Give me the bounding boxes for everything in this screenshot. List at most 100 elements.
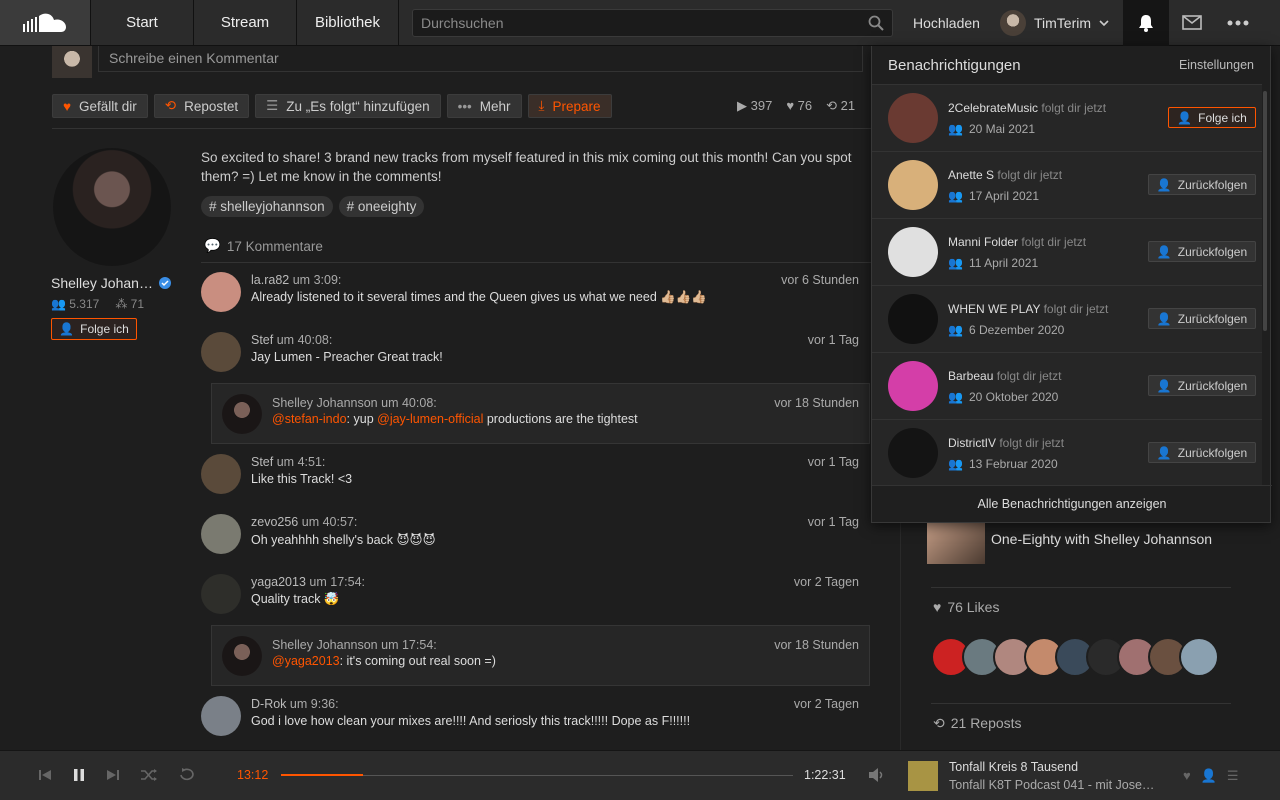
nav-library[interactable]: Bibliothek: [296, 0, 399, 45]
next-icon[interactable]: [106, 768, 120, 782]
reply-text-part: productions are the tightest: [483, 412, 638, 426]
commenter-name[interactable]: la.ra82: [251, 273, 289, 287]
commenter-name[interactable]: Stef: [251, 333, 273, 347]
comment-timestamp[interactable]: 9:36:: [311, 697, 339, 711]
commenter-name[interactable]: Stef: [251, 455, 273, 469]
notification-user[interactable]: WHEN WE PLAY: [948, 302, 1040, 316]
repeat-icon[interactable]: [178, 768, 196, 782]
commenter-avatar[interactable]: [201, 454, 241, 494]
repost-button[interactable]: ⟲ Repostet: [153, 94, 250, 118]
pause-icon[interactable]: [72, 768, 86, 782]
show-all-notifications-link[interactable]: Alle Benachrichtigungen anzeigen: [872, 485, 1272, 522]
tracks-stat[interactable]: ⁂ 71: [115, 297, 144, 311]
notification-avatar[interactable]: [888, 294, 938, 344]
notification-user[interactable]: Anette S: [948, 168, 994, 182]
reply-author[interactable]: Shelley Johannson: [272, 396, 378, 410]
reply-avatar[interactable]: [222, 636, 262, 676]
notification-avatar[interactable]: [888, 160, 938, 210]
liker-avatar[interactable]: [1179, 637, 1219, 677]
now-playing-cover[interactable]: [908, 761, 938, 791]
playlist-cover[interactable]: [927, 520, 985, 564]
commenter-name[interactable]: D-Rok: [251, 697, 286, 711]
comment-timestamp[interactable]: 17:54:: [330, 575, 365, 589]
notification-avatar[interactable]: [888, 361, 938, 411]
previous-icon[interactable]: [38, 768, 52, 782]
commenter-avatar[interactable]: [201, 514, 241, 554]
reply-timestamp[interactable]: 40:08:: [402, 396, 437, 410]
follow-button[interactable]: 👤 Folge ich: [51, 318, 137, 340]
notifications-settings-link[interactable]: Einstellungen: [1179, 58, 1254, 72]
now-playing-artist[interactable]: Tonfall Kreis 8 Tausend: [949, 760, 1078, 774]
search-input[interactable]: [413, 10, 843, 36]
reposts-stat[interactable]: ⟲ 21: [826, 98, 855, 114]
tag-oneeighty[interactable]: # oneeighty: [338, 196, 425, 217]
add-to-next-up-button[interactable]: ☰ Zu „Es folgt“ hinzufügen: [255, 94, 441, 118]
follow-back-button[interactable]: 👤 Zurückfolgen: [1148, 442, 1256, 463]
notification-user[interactable]: Manni Folder: [948, 235, 1018, 249]
artist-name-row[interactable]: Shelley Johan…: [51, 275, 176, 291]
nav-start[interactable]: Start: [90, 0, 193, 45]
comment-timestamp[interactable]: 4:51:: [298, 455, 326, 469]
notifications-scrollbar[interactable]: [1263, 91, 1267, 331]
following-button[interactable]: 👤 Folge ich: [1168, 107, 1256, 128]
playlist-title[interactable]: One-Eighty with Shelley Johannson: [991, 531, 1212, 547]
notification-user[interactable]: Barbeau: [948, 369, 993, 383]
shuffle-icon[interactable]: [140, 768, 158, 782]
comment-timestamp[interactable]: 40:08:: [298, 333, 333, 347]
user-menu[interactable]: TimTerim: [1000, 10, 1109, 36]
tag-shelleyjohannson[interactable]: # shelleyjohannson: [201, 196, 333, 217]
notification-user[interactable]: DistrictIV: [948, 436, 996, 450]
like-button[interactable]: ♥ Gefällt dir: [52, 94, 148, 118]
comment-timestamp[interactable]: 40:57:: [323, 515, 358, 529]
more-options-icon[interactable]: [1227, 15, 1249, 31]
tag-list: # shelleyjohannson # oneeighty: [201, 196, 425, 217]
more-button[interactable]: ••• Mehr: [446, 94, 522, 118]
follow-back-button[interactable]: 👤 Zurückfolgen: [1148, 375, 1256, 396]
now-playing-title[interactable]: Tonfall K8T Podcast 041 - mit Jose…: [949, 778, 1174, 792]
comment-timestamp[interactable]: 3:09:: [314, 273, 342, 287]
follow-back-button[interactable]: 👤 Zurückfolgen: [1148, 241, 1256, 262]
likes-stat[interactable]: ♥ 76: [786, 98, 812, 114]
reply-author[interactable]: Shelley Johannson: [272, 638, 378, 652]
volume-icon[interactable]: [868, 767, 886, 783]
notification-user[interactable]: 2CelebrateMusic: [948, 101, 1038, 115]
artist-name[interactable]: Shelley Johan…: [51, 275, 153, 291]
soundcloud-logo[interactable]: [0, 0, 90, 45]
comment-user-avatar: [52, 46, 92, 78]
notification-avatar[interactable]: [888, 428, 938, 478]
follow-icon[interactable]: 👤: [1201, 768, 1217, 784]
users-icon: 👥: [948, 390, 963, 404]
reposts-header[interactable]: ⟲ 21 Reposts: [933, 715, 1022, 732]
reply-avatar[interactable]: [222, 394, 262, 434]
mention-link[interactable]: @yaga2013: [272, 654, 340, 668]
commenter-name[interactable]: yaga2013: [251, 575, 306, 589]
artist-avatar[interactable]: [53, 148, 171, 266]
track-actions: ♥ Gefällt dir ⟲ Repostet ☰ Zu „Es folgt“ hi…: [52, 94, 612, 118]
upload-link[interactable]: Hochladen: [913, 15, 980, 31]
commenter-name[interactable]: zevo256: [251, 515, 298, 529]
commenter-avatar[interactable]: [201, 574, 241, 614]
heart-icon[interactable]: ♥: [1183, 768, 1191, 784]
mention-link[interactable]: @jay-lumen-official: [377, 412, 483, 426]
commenter-avatar[interactable]: [201, 696, 241, 736]
nav-stream[interactable]: Stream: [193, 0, 296, 45]
search-icon[interactable]: [868, 15, 884, 31]
mention-link[interactable]: @stefan-indo: [272, 412, 347, 426]
queue-icon[interactable]: ☰: [1227, 768, 1239, 784]
prepare-button[interactable]: ⤓ Prepare: [527, 94, 612, 118]
notification-avatar[interactable]: [888, 93, 938, 143]
comment-input[interactable]: Schreibe einen Kommentar: [98, 46, 863, 72]
notifications-button[interactable]: [1123, 0, 1169, 46]
reply-timestamp[interactable]: 17:54:: [402, 638, 437, 652]
commenter-avatar[interactable]: [201, 272, 241, 312]
notification-avatar[interactable]: [888, 227, 938, 277]
followers-stat[interactable]: 👥 5.317: [51, 297, 99, 311]
commenter-avatar[interactable]: [201, 332, 241, 372]
notification-action: folgt dir jetzt: [996, 369, 1062, 383]
progress-bar[interactable]: [281, 774, 793, 776]
follow-back-button[interactable]: 👤 Zurückfolgen: [1148, 308, 1256, 329]
user-plus-icon: 👤: [1156, 244, 1172, 259]
mail-icon[interactable]: [1182, 15, 1202, 30]
likes-header[interactable]: ♥ 76 Likes: [933, 599, 999, 615]
follow-back-button[interactable]: 👤 Zurückfolgen: [1148, 174, 1256, 195]
